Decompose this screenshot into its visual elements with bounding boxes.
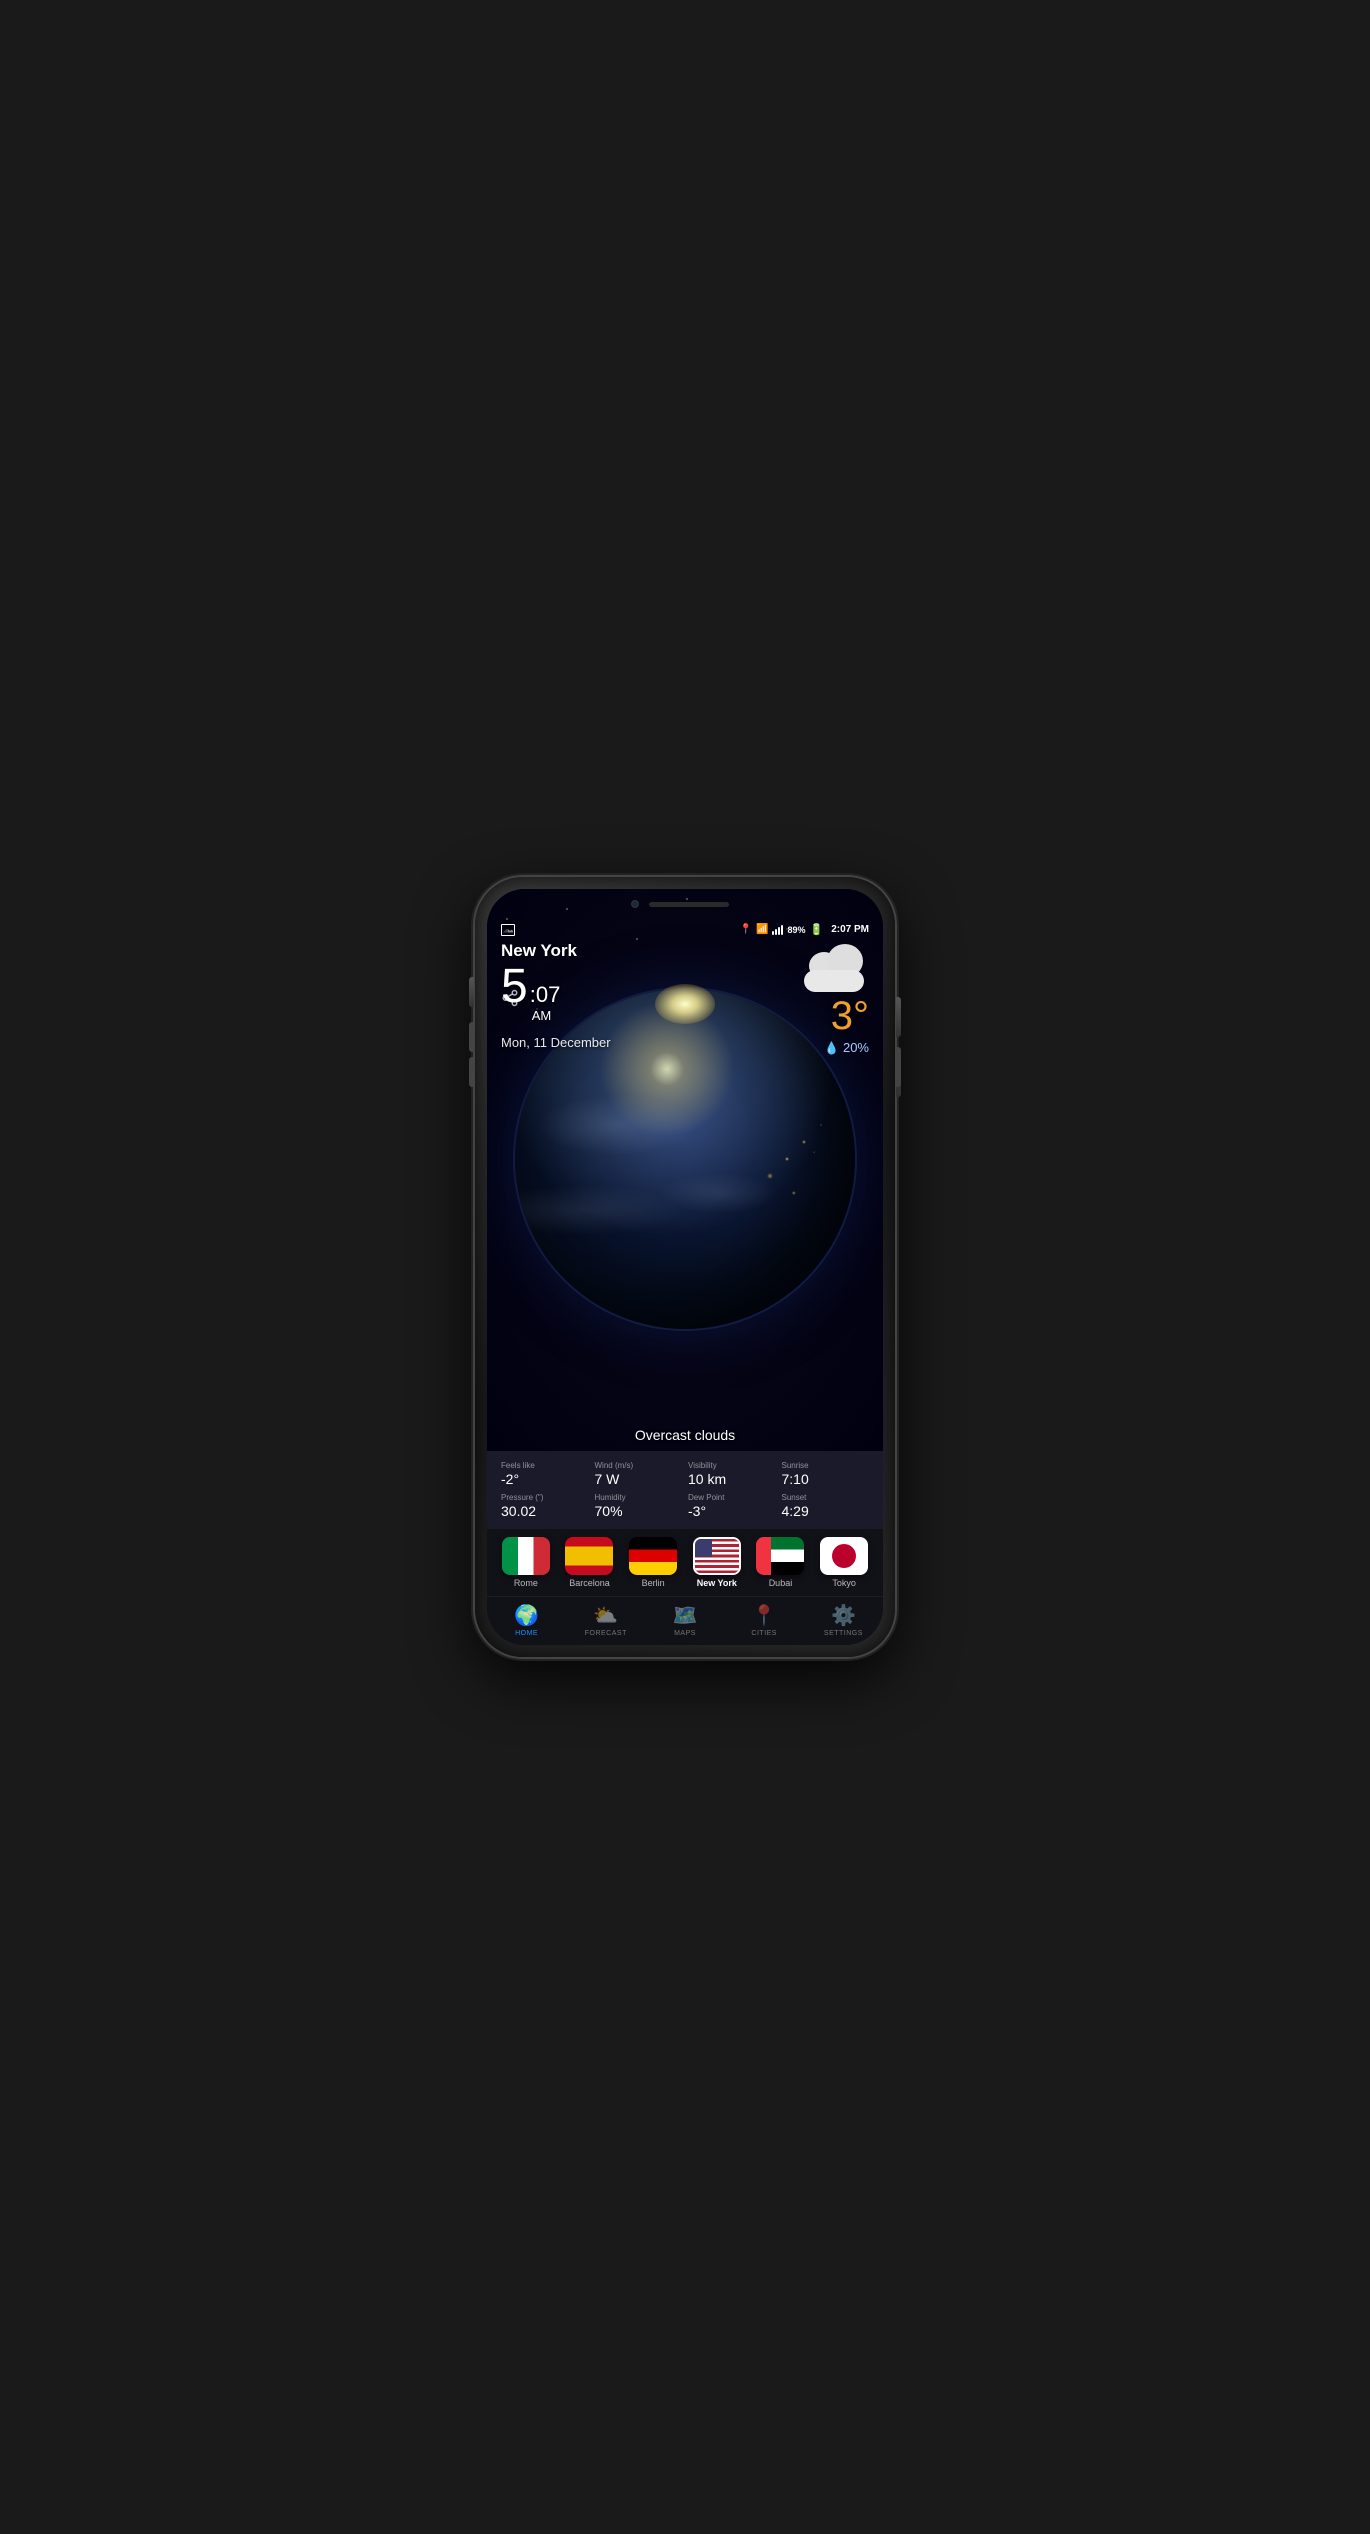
forecast-icon: ⛅	[593, 1603, 618, 1628]
city-barcelona-flag	[565, 1537, 613, 1575]
nav-cities-label: CITIES	[751, 1630, 777, 1637]
home-icon: 🌍	[514, 1603, 539, 1628]
city-barcelona[interactable]: Barcelona	[565, 1537, 613, 1588]
city-new-york-label: New York	[697, 1578, 737, 1588]
signal-bar-4	[781, 925, 783, 935]
stat-humidity-value: 70%	[595, 1503, 683, 1519]
stat-humidity-label: Humidity	[595, 1493, 683, 1502]
camera	[631, 900, 639, 908]
stat-feels-like-value: -2°	[501, 1471, 589, 1487]
weather-condition: Overcast clouds	[487, 1427, 883, 1443]
signal-bar-1	[772, 931, 774, 935]
signal-bar-3	[778, 927, 780, 935]
maps-icon: 🗺️	[673, 1603, 698, 1628]
city-tokyo-flag	[820, 1537, 868, 1575]
japan-flag	[820, 1537, 868, 1575]
nav-maps[interactable]: 🗺️ MAPS	[645, 1603, 724, 1637]
city-berlin-flag	[629, 1537, 677, 1575]
nav-settings-label: SETTINGS	[824, 1630, 863, 1637]
nav-forecast-label: FORECAST	[585, 1630, 627, 1637]
stat-feels-like-label: Feels like	[501, 1461, 589, 1470]
stat-dewpoint-label: Dew Point	[688, 1493, 776, 1502]
stat-feels-like: Feels like -2°	[501, 1461, 589, 1487]
usa-flag	[695, 1539, 739, 1573]
city-dubai-label: Dubai	[769, 1578, 793, 1588]
phone-top-bar	[487, 889, 883, 919]
city-rome-label: Rome	[514, 1578, 538, 1588]
city-new-york[interactable]: New York	[693, 1537, 741, 1588]
city-rome[interactable]: Rome	[502, 1537, 550, 1588]
stat-humidity: Humidity 70%	[595, 1493, 683, 1519]
city-new-york-flag	[693, 1537, 741, 1575]
stat-dewpoint: Dew Point -3°	[688, 1493, 776, 1519]
status-right: 📍 📶 89% 🔋 2:07 PM	[740, 923, 869, 936]
city-tokyo-label: Tokyo	[832, 1578, 856, 1588]
stat-wind: Wind (m/s) 7 W	[595, 1461, 683, 1487]
nav-home-label: HOME	[515, 1630, 538, 1637]
stat-visibility-value: 10 km	[688, 1471, 776, 1487]
city-shortcuts: Rome Barcelona Berlin	[487, 1529, 883, 1596]
status-left	[501, 924, 515, 936]
nav-settings[interactable]: ⚙️ SETTINGS	[804, 1603, 883, 1637]
phone-device: 📍 📶 89% 🔋 2:07 PM	[475, 877, 895, 1657]
raindrop-icon: 💧	[824, 1041, 839, 1055]
stat-pressure: Pressure (") 30.02	[501, 1493, 589, 1519]
city-berlin-label: Berlin	[642, 1578, 665, 1588]
temperature-value: 3°	[831, 996, 869, 1036]
city-dubai-flag	[756, 1537, 804, 1575]
uae-flag	[756, 1537, 804, 1575]
stat-pressure-value: 30.02	[501, 1503, 589, 1519]
nav-cities[interactable]: 📍 CITIES	[725, 1603, 804, 1637]
city-dubai[interactable]: Dubai	[756, 1537, 804, 1588]
spain-flag	[565, 1537, 613, 1575]
image-status-icon	[501, 924, 515, 936]
phone-screen: 📍 📶 89% 🔋 2:07 PM	[487, 889, 883, 1645]
city-tokyo[interactable]: Tokyo	[820, 1537, 868, 1588]
bottom-nav: 🌍 HOME ⛅ FORECAST 🗺️ MAPS 📍 CITIES ⚙️ SE…	[487, 1596, 883, 1645]
nav-home[interactable]: 🌍 HOME	[487, 1603, 566, 1637]
nav-maps-label: MAPS	[674, 1630, 696, 1637]
weather-main: New York 5 :07 AM Mon, 11 December	[487, 889, 883, 1451]
stat-sunrise-value: 7:10	[782, 1471, 870, 1487]
battery-icon: 🔋	[810, 923, 824, 936]
cloud-body	[804, 970, 864, 992]
city-rome-flag	[502, 1537, 550, 1575]
city-barcelona-label: Barcelona	[569, 1578, 610, 1588]
time-ampm: AM	[532, 1008, 561, 1023]
weather-stats: Feels like -2° Wind (m/s) 7 W Visibility…	[487, 1451, 883, 1529]
settings-icon: ⚙️	[831, 1603, 856, 1628]
temperature-display: 3° 💧 20%	[799, 954, 869, 1055]
stat-visibility-label: Visibility	[688, 1461, 776, 1470]
germany-flag	[629, 1537, 677, 1575]
japan-circle	[832, 1544, 856, 1568]
signal-bars	[772, 925, 783, 935]
usa-canton	[695, 1539, 713, 1557]
rain-percent: 20%	[843, 1040, 869, 1055]
signal-bar-2	[775, 929, 777, 935]
nav-forecast[interactable]: ⛅ FORECAST	[566, 1603, 645, 1637]
stat-sunrise: Sunrise 7:10	[782, 1461, 870, 1487]
clock: 2:07 PM	[831, 924, 869, 935]
cloud-icon	[799, 954, 869, 992]
cities-icon: 📍	[752, 1603, 777, 1628]
stat-sunrise-label: Sunrise	[782, 1461, 870, 1470]
status-bar: 📍 📶 89% 🔋 2:07 PM	[487, 919, 883, 940]
stat-visibility: Visibility 10 km	[688, 1461, 776, 1487]
stat-wind-label: Wind (m/s)	[595, 1461, 683, 1470]
stat-sunset-value: 4:29	[782, 1503, 870, 1519]
battery-percent: 89%	[787, 925, 805, 935]
stat-pressure-label: Pressure (")	[501, 1493, 589, 1502]
location-icon: 📍	[740, 924, 752, 935]
rain-chance: 💧 20%	[824, 1040, 869, 1055]
stat-sunset: Sunset 4:29	[782, 1493, 870, 1519]
stat-dewpoint-value: -3°	[688, 1503, 776, 1519]
share-icon[interactable]	[501, 989, 519, 1012]
stat-wind-value: 7 W	[595, 1471, 683, 1487]
city-berlin[interactable]: Berlin	[629, 1537, 677, 1588]
stat-sunset-label: Sunset	[782, 1493, 870, 1502]
speaker	[649, 902, 729, 907]
italy-flag	[502, 1537, 550, 1575]
time-colon-min: :07	[530, 982, 561, 1008]
wifi-icon: 📶	[756, 924, 768, 935]
